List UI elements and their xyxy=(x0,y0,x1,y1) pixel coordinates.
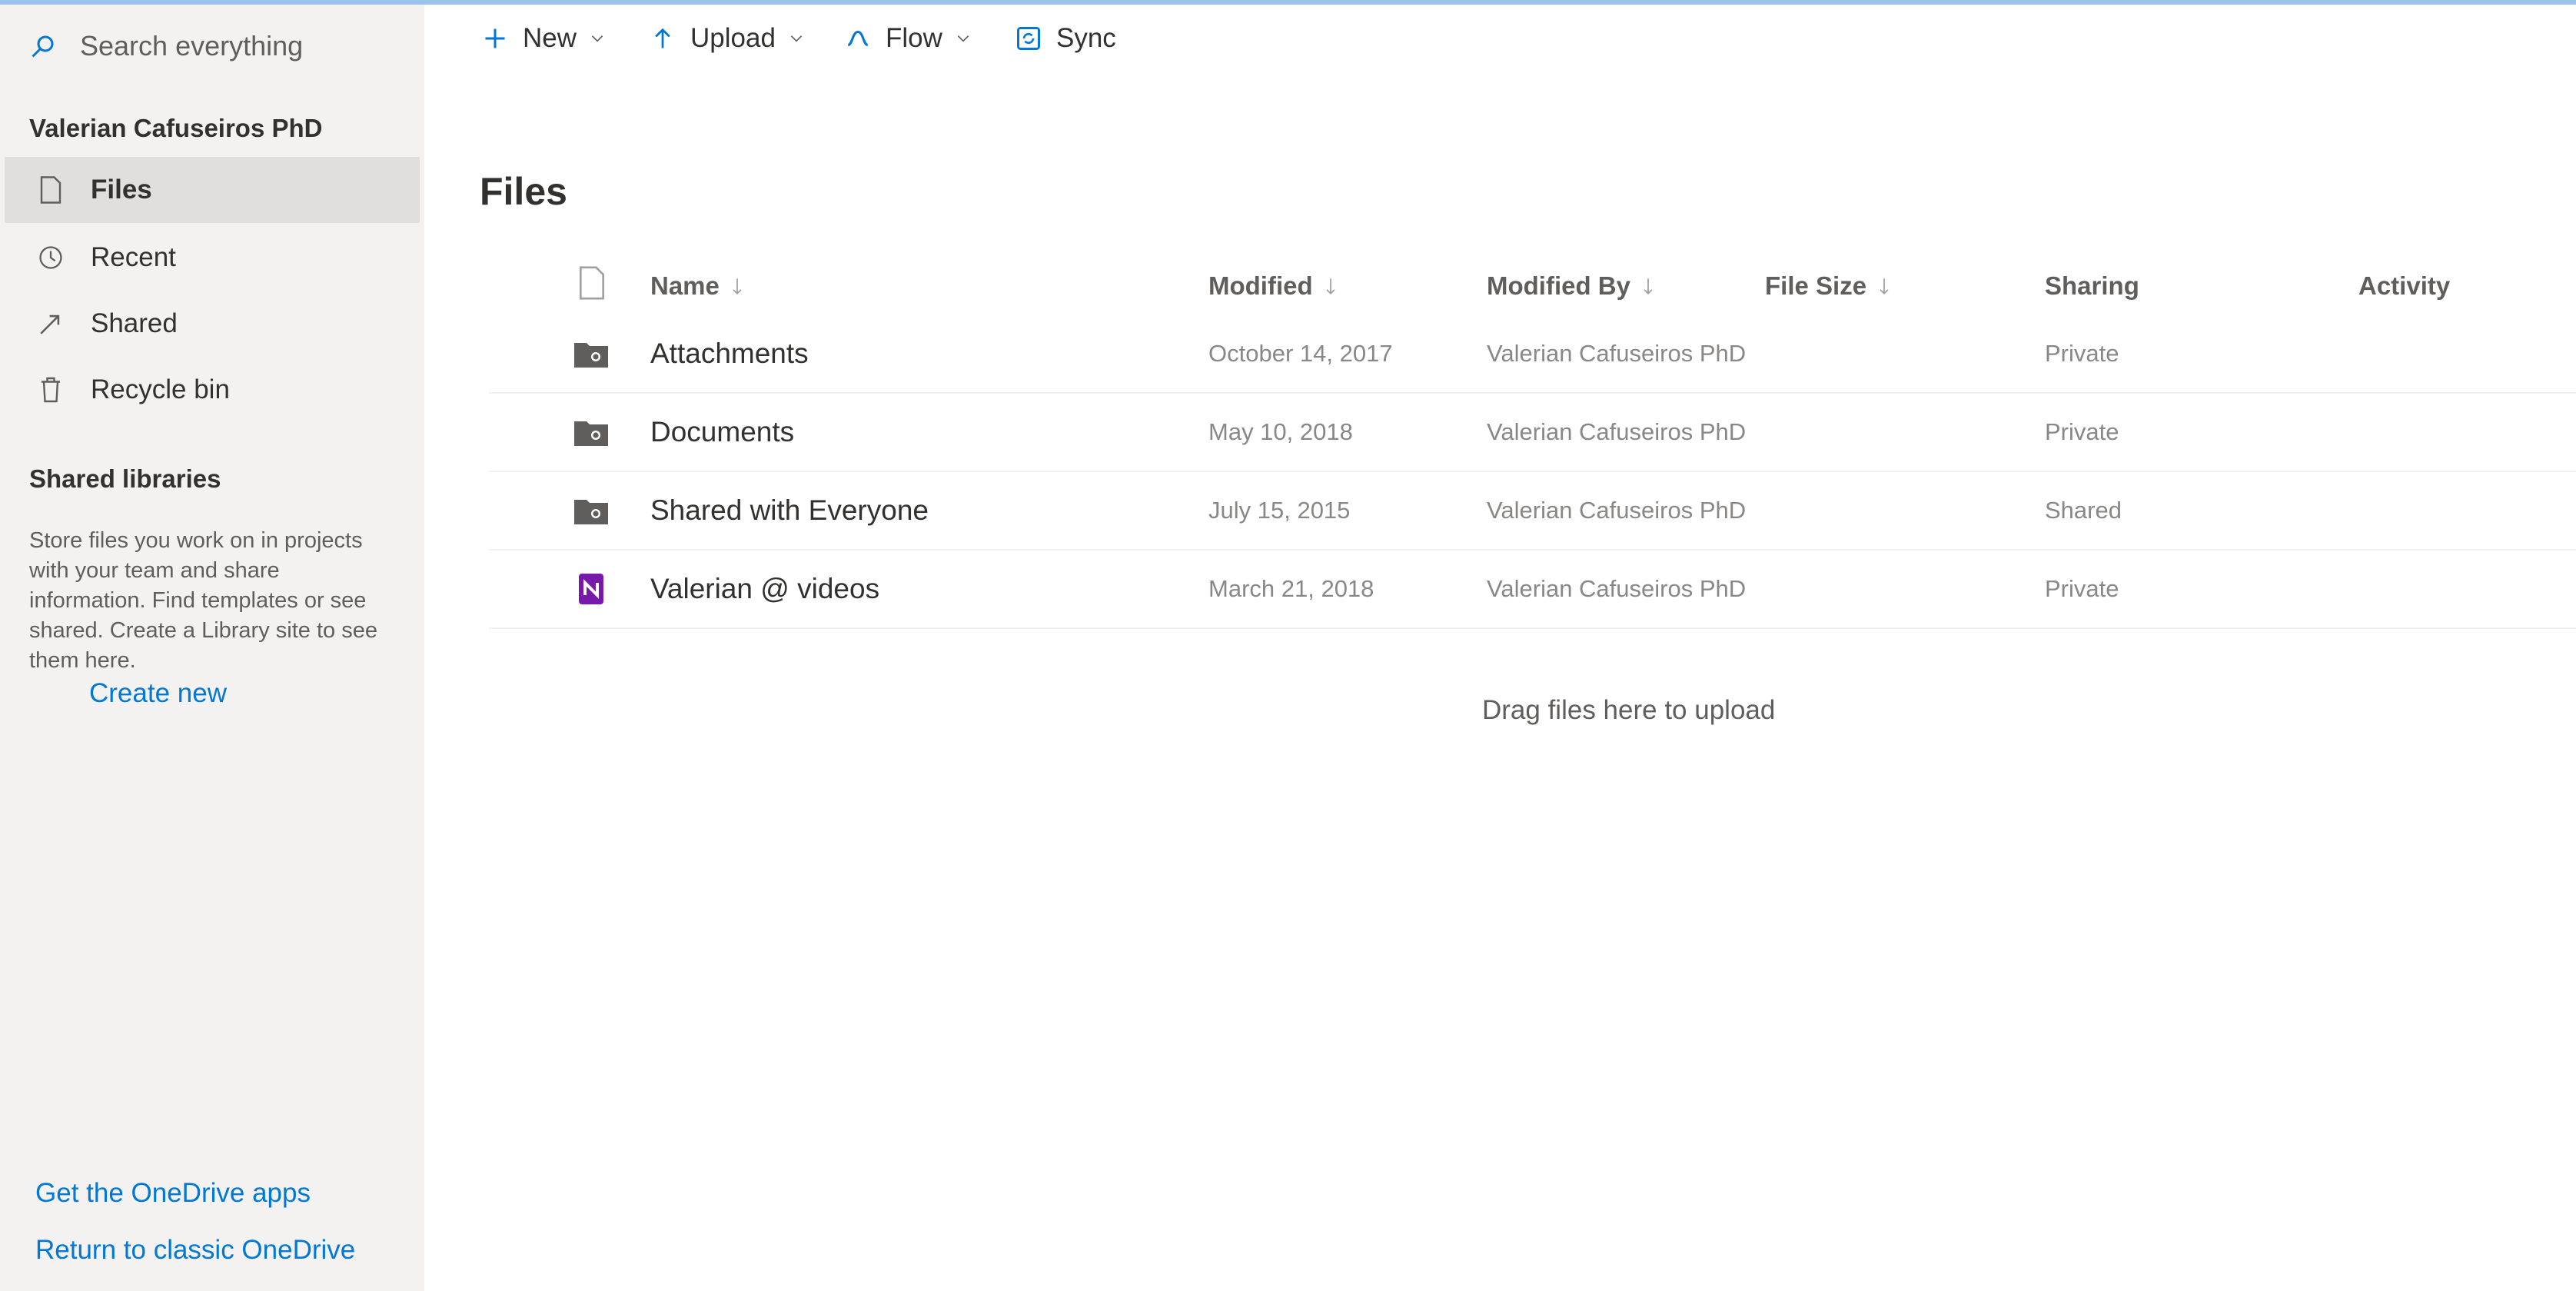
drag-files-hint: Drag files here to upload xyxy=(1482,695,1776,725)
column-header-modified[interactable]: Modified xyxy=(1208,265,1338,308)
sort-icon xyxy=(1324,278,1338,294)
create-new-link[interactable]: Create new xyxy=(89,678,227,709)
column-header-label: Activity xyxy=(2358,271,2451,300)
column-header-modified-by[interactable]: Modified By xyxy=(1487,265,1655,308)
sidebar-item-recent[interactable]: Recent xyxy=(5,225,420,291)
modified-date: October 14, 2017 xyxy=(1208,340,1393,367)
chevron-down-icon xyxy=(788,30,805,47)
table-row[interactable]: Valerian @ videos March 21, 2018 Valeria… xyxy=(489,551,2576,629)
shared-libraries-description: Store files you work on in projects with… xyxy=(29,528,377,673)
sharing-status: Private xyxy=(2045,575,2119,602)
modified-date: July 15, 2015 xyxy=(1208,497,1351,524)
file-name[interactable]: Valerian @ videos xyxy=(650,551,879,627)
sync-button-label: Sync xyxy=(1056,23,1116,53)
modified-by: Valerian Cafuseiros PhD xyxy=(1487,340,1747,367)
recycle-bin-icon xyxy=(35,374,66,405)
sidebar-item-label: Shared xyxy=(91,308,178,338)
upload-button[interactable]: Upload xyxy=(647,14,805,63)
modified-by: Valerian Cafuseiros PhD xyxy=(1487,575,1747,602)
sidebar-user-title: Valerian Cafuseiros PhD xyxy=(29,114,323,142)
sort-icon xyxy=(1877,278,1891,294)
modified-by: Valerian Cafuseiros PhD xyxy=(1487,497,1747,524)
folder-icon xyxy=(572,394,610,471)
upload-button-label: Upload xyxy=(690,23,776,53)
sort-icon xyxy=(730,278,744,294)
file-type-icon xyxy=(577,266,607,306)
sidebar-item-label: Files xyxy=(91,175,152,205)
column-header-label: Modified xyxy=(1208,271,1313,300)
flow-button-label: Flow xyxy=(886,23,942,53)
column-header-sharing[interactable]: Sharing xyxy=(2045,265,2139,308)
sidebar: Search everything Valerian Cafuseiros Ph… xyxy=(0,5,424,1291)
modified-date: March 21, 2018 xyxy=(1208,575,1374,602)
file-name[interactable]: Shared with Everyone xyxy=(650,472,929,549)
column-header-file-size[interactable]: File Size xyxy=(1765,265,1891,308)
search-placeholder: Search everything xyxy=(80,30,304,62)
file-type-column-header[interactable] xyxy=(577,265,607,308)
sidebar-item-label: Recycle bin xyxy=(91,374,230,404)
column-header-activity[interactable]: Activity xyxy=(2358,265,2450,308)
chevron-down-icon xyxy=(955,30,972,47)
table-row[interactable]: Shared with Everyone July 15, 2015 Valer… xyxy=(489,472,2576,551)
plus-icon xyxy=(480,23,510,54)
modified-date: May 10, 2018 xyxy=(1208,418,1353,445)
column-header-label: Name xyxy=(650,271,720,300)
new-button-label: New xyxy=(523,23,577,53)
chevron-down-icon xyxy=(589,30,606,47)
clock-icon xyxy=(35,242,66,273)
table-row[interactable]: Documents May 10, 2018 Valerian Cafuseir… xyxy=(489,394,2576,472)
search-box[interactable]: Search everything xyxy=(28,23,397,69)
column-header-name[interactable]: Name xyxy=(650,265,744,308)
onenote-icon xyxy=(572,551,610,627)
flow-icon xyxy=(843,23,873,54)
file-name[interactable]: Documents xyxy=(650,394,794,471)
search-icon xyxy=(28,31,58,62)
get-apps-link[interactable]: Get the OneDrive apps xyxy=(35,1178,311,1209)
file-name[interactable]: Attachments xyxy=(650,315,809,392)
sidebar-item-files[interactable]: Files xyxy=(5,157,420,223)
column-header-label: File Size xyxy=(1765,271,1867,300)
column-header-label: Modified By xyxy=(1487,271,1630,300)
sharing-status: Private xyxy=(2045,340,2119,367)
sidebar-item-label: Recent xyxy=(91,242,176,272)
sidebar-item-recycle-bin[interactable]: Recycle bin xyxy=(5,357,420,423)
modified-by: Valerian Cafuseiros PhD xyxy=(1487,418,1747,445)
sync-button[interactable]: Sync xyxy=(1013,14,1116,63)
sync-icon xyxy=(1013,23,1044,54)
flow-button[interactable]: Flow xyxy=(843,14,972,63)
column-header-label: Sharing xyxy=(2045,271,2139,300)
upload-icon xyxy=(647,23,678,54)
table-row[interactable]: Attachments October 14, 2017 Valerian Ca… xyxy=(489,315,2576,394)
folder-icon xyxy=(572,315,610,392)
page-title: Files xyxy=(480,170,567,213)
return-classic-link[interactable]: Return to classic OneDrive xyxy=(35,1235,355,1266)
sidebar-item-shared[interactable]: Shared xyxy=(5,291,420,357)
folder-icon xyxy=(572,472,610,549)
new-button[interactable]: New xyxy=(480,14,606,63)
shared-libraries-title: Shared libraries xyxy=(29,464,221,493)
sharing-status: Shared xyxy=(2045,497,2122,524)
sharing-status: Private xyxy=(2045,418,2119,445)
files-icon xyxy=(35,175,66,205)
share-icon xyxy=(35,308,66,339)
sort-icon xyxy=(1641,278,1655,294)
